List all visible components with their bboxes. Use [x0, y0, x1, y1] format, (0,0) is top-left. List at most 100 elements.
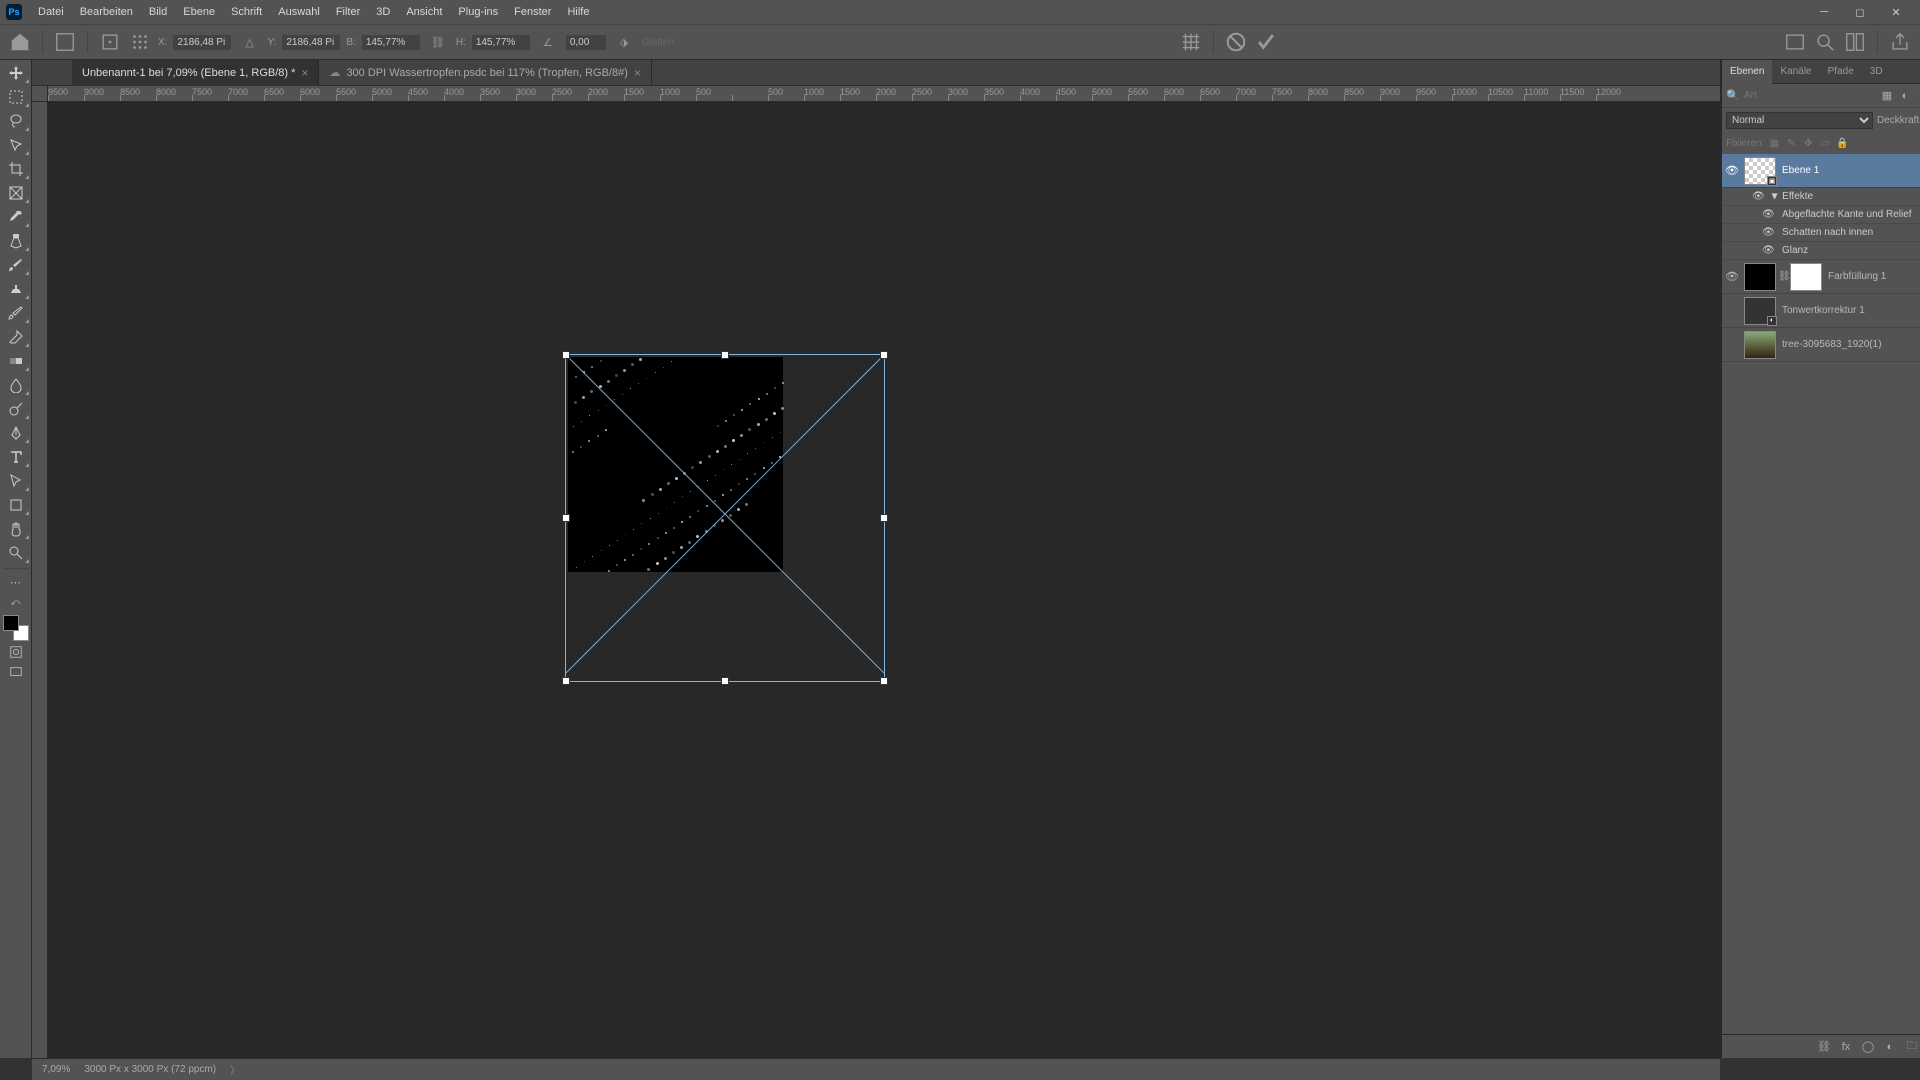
menu-fenster[interactable]: Fenster — [506, 6, 559, 18]
home-button[interactable] — [8, 30, 32, 54]
tab-ebenen[interactable]: Ebenen — [1722, 60, 1772, 84]
menu-3d[interactable]: 3D — [368, 6, 398, 18]
dodge-tool[interactable] — [2, 398, 30, 420]
layer-thumbnail[interactable] — [1744, 331, 1776, 359]
close-icon[interactable]: × — [634, 66, 641, 80]
lock-pixels-icon[interactable]: ✎ — [1784, 136, 1798, 150]
status-menu-icon[interactable]: 〉 — [230, 1062, 240, 1077]
lock-all-icon[interactable]: 🔒 — [1835, 136, 1849, 150]
transform-handle-ml[interactable] — [562, 514, 570, 522]
link-wh-icon[interactable]: ⛓ — [426, 30, 450, 54]
transform-handle-br[interactable] — [880, 677, 888, 685]
filter-adjust-icon[interactable]: ◐ — [1898, 89, 1912, 103]
history-brush-tool[interactable] — [2, 302, 30, 324]
ruler-vertical[interactable] — [32, 102, 48, 1058]
brush-tool[interactable] — [2, 254, 30, 276]
mask-link-icon[interactable]: ⛓ — [1778, 271, 1788, 282]
transform-handle-bl[interactable] — [562, 677, 570, 685]
x-field[interactable] — [173, 35, 231, 50]
ruler-horizontal[interactable]: 9500900085008000750070006500600055005000… — [48, 86, 1720, 102]
transform-handle-tr[interactable] — [880, 351, 888, 359]
layer-fx-icon[interactable]: fx — [1838, 1039, 1854, 1055]
blur-tool[interactable] — [2, 374, 30, 396]
blend-mode-select[interactable]: Normal — [1726, 112, 1873, 129]
angle-field[interactable] — [566, 35, 606, 50]
menu-ansicht[interactable]: Ansicht — [398, 6, 450, 18]
new-group-icon[interactable]: 🗀 — [1904, 1039, 1920, 1055]
layer-name[interactable]: Tonwertkorrektur 1 — [1778, 305, 1920, 316]
color-swatches[interactable] — [3, 615, 29, 641]
layer-row[interactable]: 👁 ⛓ Farbfüllung 1 — [1722, 260, 1920, 294]
filter-pixel-icon[interactable]: ▦ — [1880, 89, 1894, 103]
layer-thumbnail[interactable]: ▣ — [1744, 157, 1776, 185]
menu-bild[interactable]: Bild — [141, 6, 175, 18]
effect-visibility-icon[interactable]: 👁 — [1752, 191, 1766, 202]
cancel-transform-icon[interactable] — [1224, 30, 1248, 54]
marquee-tool[interactable] — [2, 86, 30, 108]
tab-kanale[interactable]: Kanäle — [1772, 60, 1819, 84]
gradient-tool[interactable] — [2, 350, 30, 372]
layer-row[interactable]: 👁 ▣ Ebene 1 fx ▾ — [1722, 154, 1920, 188]
healing-brush-tool[interactable] — [2, 230, 30, 252]
layer-row[interactable]: tree-3095683_1920(1) — [1722, 328, 1920, 362]
screenmode-icon[interactable] — [2, 663, 30, 681]
tab-3d[interactable]: 3D — [1862, 60, 1891, 84]
frame-tool[interactable] — [2, 182, 30, 204]
visibility-toggle[interactable]: 👁 — [1722, 270, 1742, 283]
document-tab-1[interactable]: Unbenannt-1 bei 7,09% (Ebene 1, RGB/8) *… — [72, 60, 319, 86]
effect-inner-shadow[interactable]: 👁Schatten nach innen — [1722, 224, 1920, 242]
effect-visibility-icon[interactable]: 👁 — [1762, 245, 1776, 256]
edit-toolbar-icon[interactable]: ⋯ — [2, 573, 30, 591]
layer-name[interactable]: Farbfüllung 1 — [1824, 271, 1920, 282]
lock-position-icon[interactable]: ✥ — [1801, 136, 1815, 150]
window-restore-button[interactable]: ◻ — [1842, 0, 1878, 24]
clone-stamp-tool[interactable] — [2, 278, 30, 300]
effects-header[interactable]: 👁▶Effekte — [1722, 188, 1920, 206]
move-tool[interactable] — [2, 62, 30, 84]
menu-schrift[interactable]: Schrift — [223, 6, 270, 18]
zoom-readout[interactable]: 7,09% — [42, 1064, 70, 1075]
workspace-icon[interactable] — [1843, 30, 1867, 54]
pen-tool[interactable] — [2, 422, 30, 444]
mask-thumbnail[interactable] — [1790, 263, 1822, 291]
quick-select-tool[interactable] — [2, 134, 30, 156]
transform-handle-tl[interactable] — [562, 351, 570, 359]
layer-name[interactable]: Ebene 1 — [1778, 165, 1920, 176]
window-minimize-button[interactable]: ─ — [1806, 0, 1842, 24]
transform-toggle-icon[interactable] — [53, 30, 77, 54]
lasso-tool[interactable] — [2, 110, 30, 132]
menu-bearbeiten[interactable]: Bearbeiten — [72, 6, 141, 18]
path-select-tool[interactable] — [2, 470, 30, 492]
reference-grid-icon[interactable] — [128, 30, 152, 54]
commit-transform-icon[interactable] — [1254, 30, 1278, 54]
type-tool[interactable] — [2, 446, 30, 468]
foreground-color-swatch[interactable] — [3, 615, 19, 631]
eyedropper-tool[interactable] — [2, 206, 30, 228]
crop-tool[interactable] — [2, 158, 30, 180]
add-mask-icon[interactable]: ◯ — [1860, 1039, 1876, 1055]
effect-visibility-icon[interactable]: 👁 — [1762, 227, 1776, 238]
delta-icon[interactable]: △ — [237, 30, 261, 54]
transform-handle-bc[interactable] — [721, 677, 729, 685]
transform-handle-mr[interactable] — [880, 514, 888, 522]
w-field[interactable] — [362, 35, 420, 50]
filter-type-icon[interactable]: T — [1916, 89, 1920, 103]
share-icon[interactable] — [1888, 30, 1912, 54]
h-field[interactable] — [472, 35, 530, 50]
y-field[interactable] — [282, 35, 340, 50]
new-adjustment-icon[interactable]: ◐ — [1882, 1039, 1898, 1055]
transform-handle-tc[interactable] — [721, 351, 729, 359]
menu-datei[interactable]: Datei — [30, 6, 72, 18]
visibility-toggle[interactable]: 👁 — [1722, 164, 1742, 177]
shape-tool[interactable] — [2, 494, 30, 516]
effect-visibility-icon[interactable]: 👁 — [1762, 209, 1776, 220]
quickmask-icon[interactable] — [2, 643, 30, 661]
effect-bevel[interactable]: 👁Abgeflachte Kante und Relief — [1722, 206, 1920, 224]
layer-row[interactable]: ◐ Tonwertkorrektur 1 — [1722, 294, 1920, 328]
menu-filter[interactable]: Filter — [328, 6, 368, 18]
warp-mode-icon[interactable] — [1179, 30, 1203, 54]
lock-transparency-icon[interactable]: ▦ — [1767, 136, 1781, 150]
tab-pfade[interactable]: Pfade — [1820, 60, 1862, 84]
lock-artboard-icon[interactable]: ▭ — [1818, 136, 1832, 150]
layer-thumbnail[interactable]: ◐ — [1744, 297, 1776, 325]
